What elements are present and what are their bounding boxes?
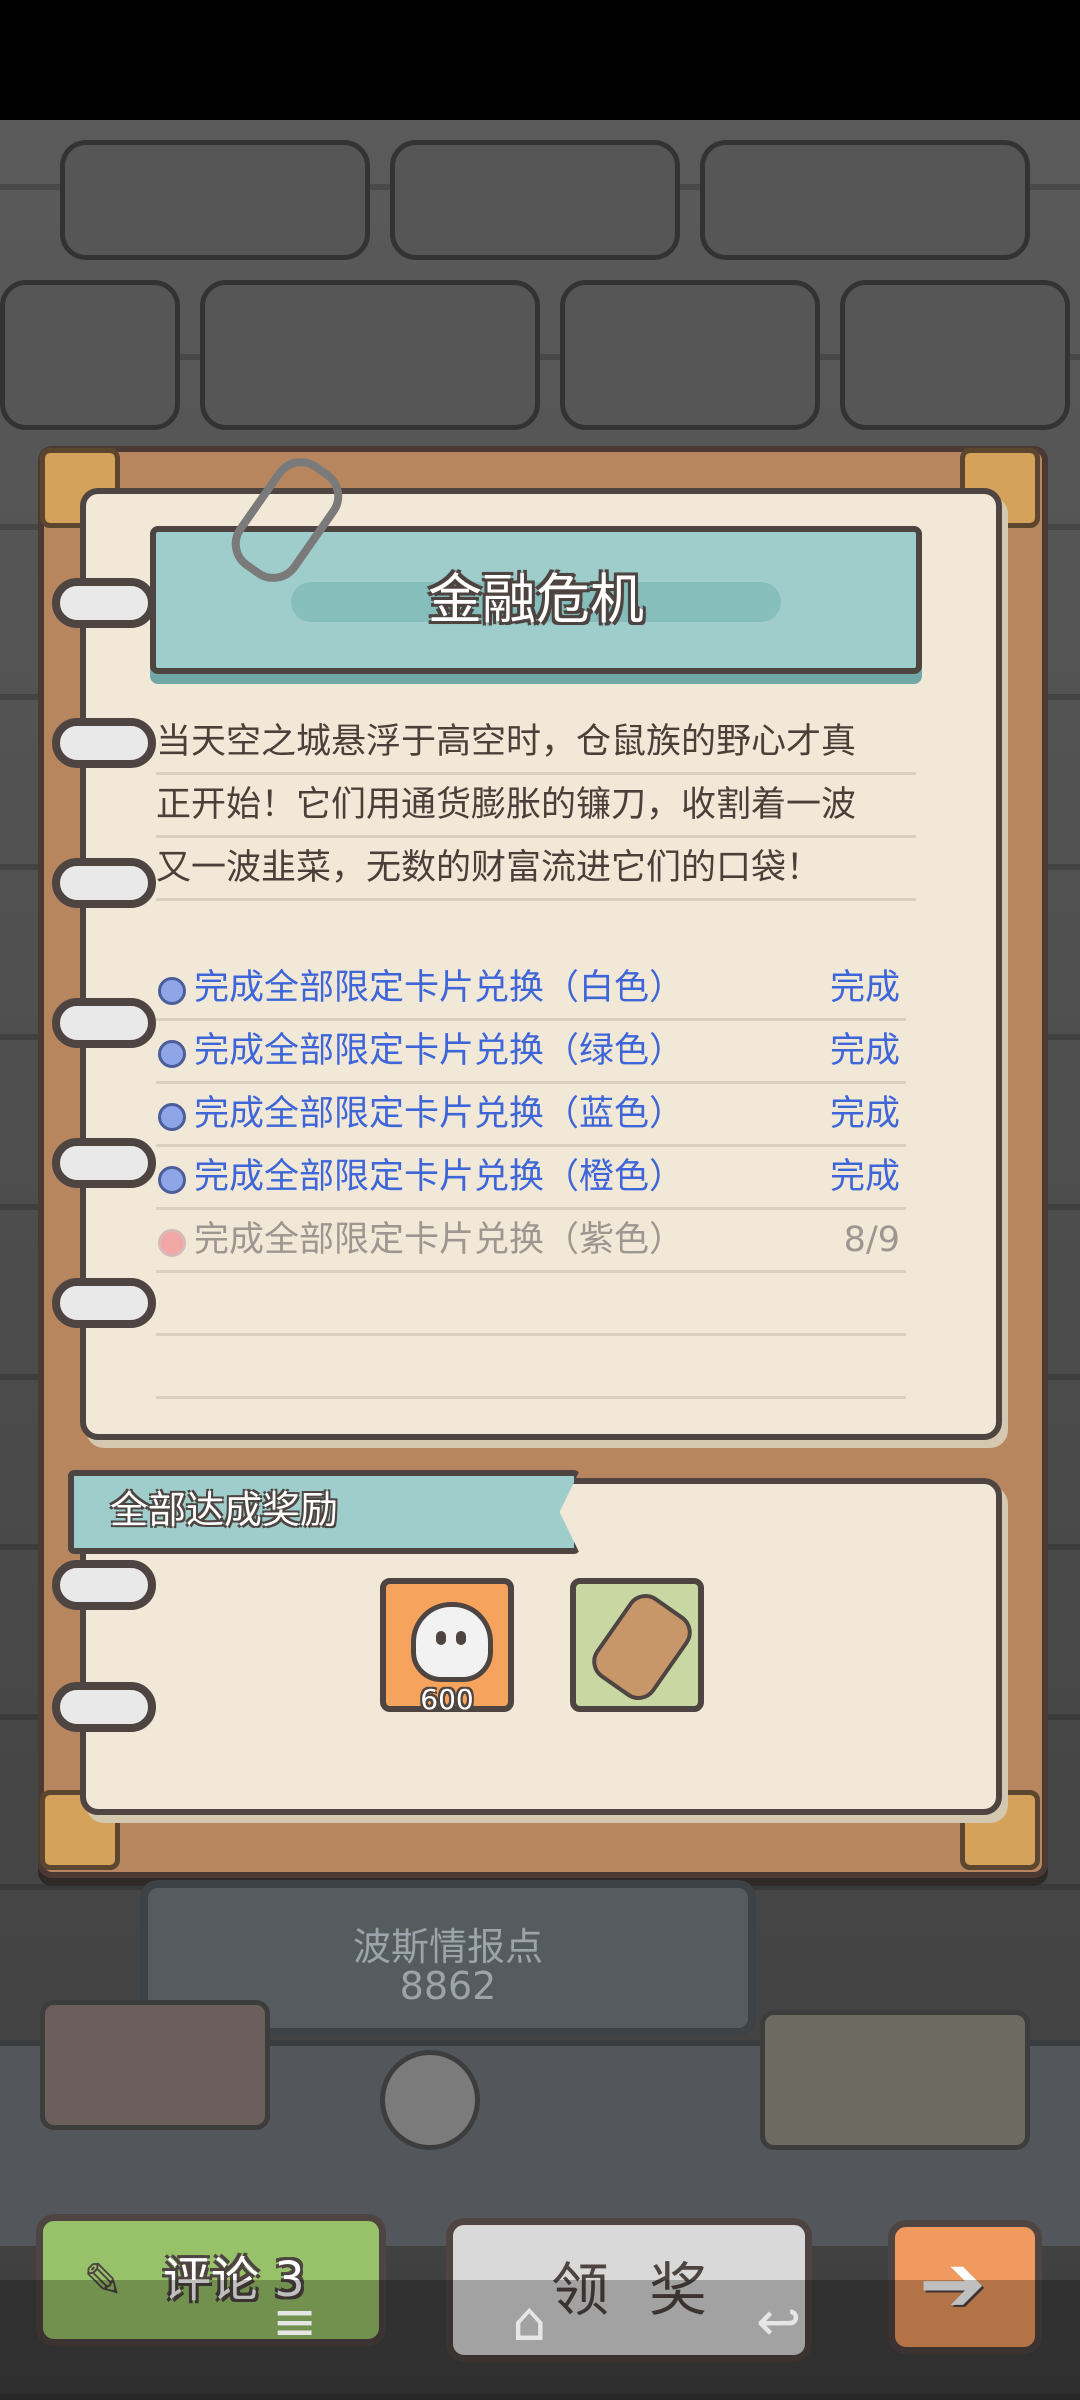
wall-brick <box>390 140 680 260</box>
wall-brick <box>560 280 820 430</box>
binder-ring <box>52 578 156 628</box>
basket-prop <box>760 2010 1030 2150</box>
binder-ring <box>52 718 156 768</box>
wall-brick <box>840 280 1070 430</box>
task-label: 完成全部限定卡片兑换（橙色） <box>194 1157 685 1197</box>
binder-ring <box>52 1682 156 1732</box>
reward-item-ghost[interactable]: 600 <box>380 1578 514 1716</box>
task-status-dot <box>158 1040 186 1068</box>
wall-brick <box>200 280 540 430</box>
scroll-icon <box>584 1586 700 1708</box>
task-item: 完成全部限定卡片兑换（绿色） 完成 <box>156 1021 906 1084</box>
description-line: 当天空之城悬浮于高空时，仓鼠族的野心才真 <box>156 712 916 775</box>
wall-brick <box>60 140 370 260</box>
reward-title: 全部达成奖励 <box>110 1488 339 1532</box>
book-stack-prop <box>40 2000 270 2130</box>
task-label: 完成全部限定卡片兑换（白色） <box>194 968 685 1008</box>
status-bar <box>0 0 1080 120</box>
binder-ring <box>52 1278 156 1328</box>
ghost-icon <box>411 1602 493 1682</box>
menu-icon[interactable]: ≡ <box>272 2290 317 2353</box>
quest-description: 当天空之城悬浮于高空时，仓鼠族的野心才真 正开始！它们用通货膨胀的镰刀，收割着一… <box>156 712 916 901</box>
task-item: 完成全部限定卡片兑换（橙色） 完成 <box>156 1147 906 1210</box>
wall-brick <box>700 140 1030 260</box>
reward-item-scroll[interactable] <box>570 1578 704 1712</box>
task-status-dot <box>158 1103 186 1131</box>
binder-ring <box>52 858 156 908</box>
task-progress: 8/9 <box>843 1220 900 1260</box>
binder-ring <box>52 1138 156 1188</box>
task-list: 完成全部限定卡片兑换（白色） 完成 完成全部限定卡片兑换（绿色） 完成 完成全部… <box>156 958 906 1399</box>
task-label: 完成全部限定卡片兑换（蓝色） <box>194 1094 685 1134</box>
task-status-dot <box>158 1166 186 1194</box>
task-status: 完成 <box>829 1157 900 1197</box>
task-status: 完成 <box>829 1031 900 1071</box>
description-line: 正开始！它们用通货膨胀的镰刀，收割着一波 <box>156 775 916 838</box>
back-icon[interactable]: ↩ <box>756 2290 801 2353</box>
ghost-eye <box>456 1631 466 1645</box>
empty-line <box>156 1273 906 1336</box>
reward-count: 600 <box>420 1683 474 1716</box>
task-item: 完成全部限定卡片兑换（紫色） 8/9 <box>156 1210 906 1273</box>
magnifier-prop <box>380 2050 480 2150</box>
task-label: 完成全部限定卡片兑换（绿色） <box>194 1031 685 1071</box>
task-status: 完成 <box>829 1094 900 1134</box>
intel-points-label: 波斯情报点 <box>352 1925 543 1969</box>
task-label: 完成全部限定卡片兑换（紫色） <box>194 1220 685 1260</box>
home-icon[interactable]: ⌂ <box>512 2290 546 2353</box>
task-status: 完成 <box>829 968 900 1008</box>
binder-ring <box>52 1560 156 1610</box>
task-item: 完成全部限定卡片兑换（白色） 完成 <box>156 958 906 1021</box>
task-status-dot <box>158 1229 186 1257</box>
wall-brick <box>0 280 180 430</box>
empty-line <box>156 1336 906 1399</box>
ghost-eye <box>436 1631 446 1645</box>
task-status-dot <box>158 977 186 1005</box>
description-line: 又一波韭菜，无数的财富流进它们的口袋！ <box>156 838 916 901</box>
binder-ring <box>52 998 156 1048</box>
task-item: 完成全部限定卡片兑换（蓝色） 完成 <box>156 1084 906 1147</box>
